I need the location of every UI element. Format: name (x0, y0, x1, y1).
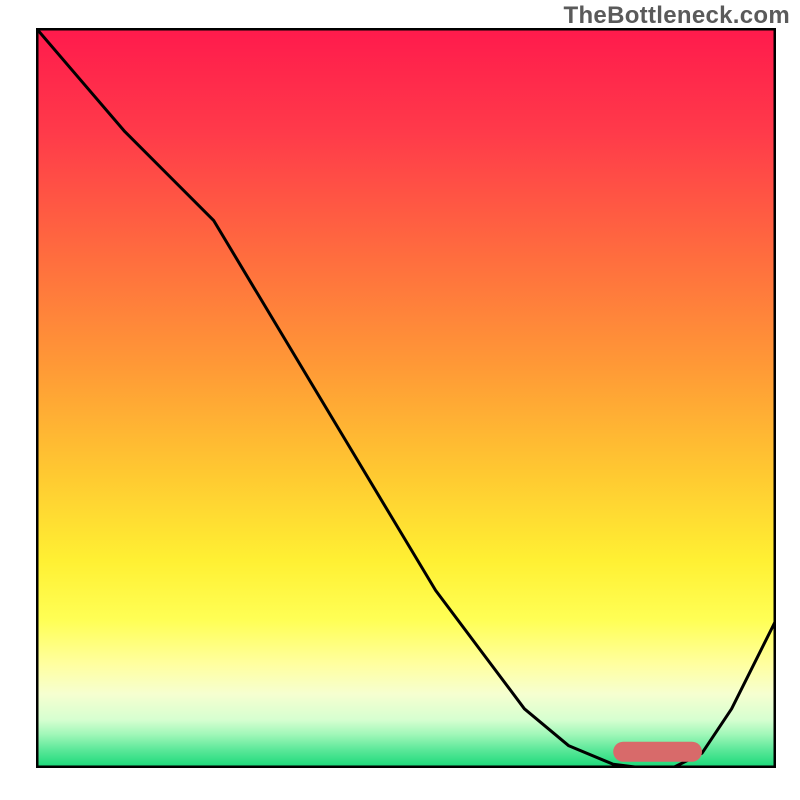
gradient-background (36, 28, 776, 768)
watermark-text: TheBottleneck.com (564, 2, 790, 30)
chart-stage: TheBottleneck.com (0, 0, 800, 800)
chart-plot (36, 28, 776, 768)
optimal-marker (613, 742, 702, 762)
chart-svg (36, 28, 776, 768)
